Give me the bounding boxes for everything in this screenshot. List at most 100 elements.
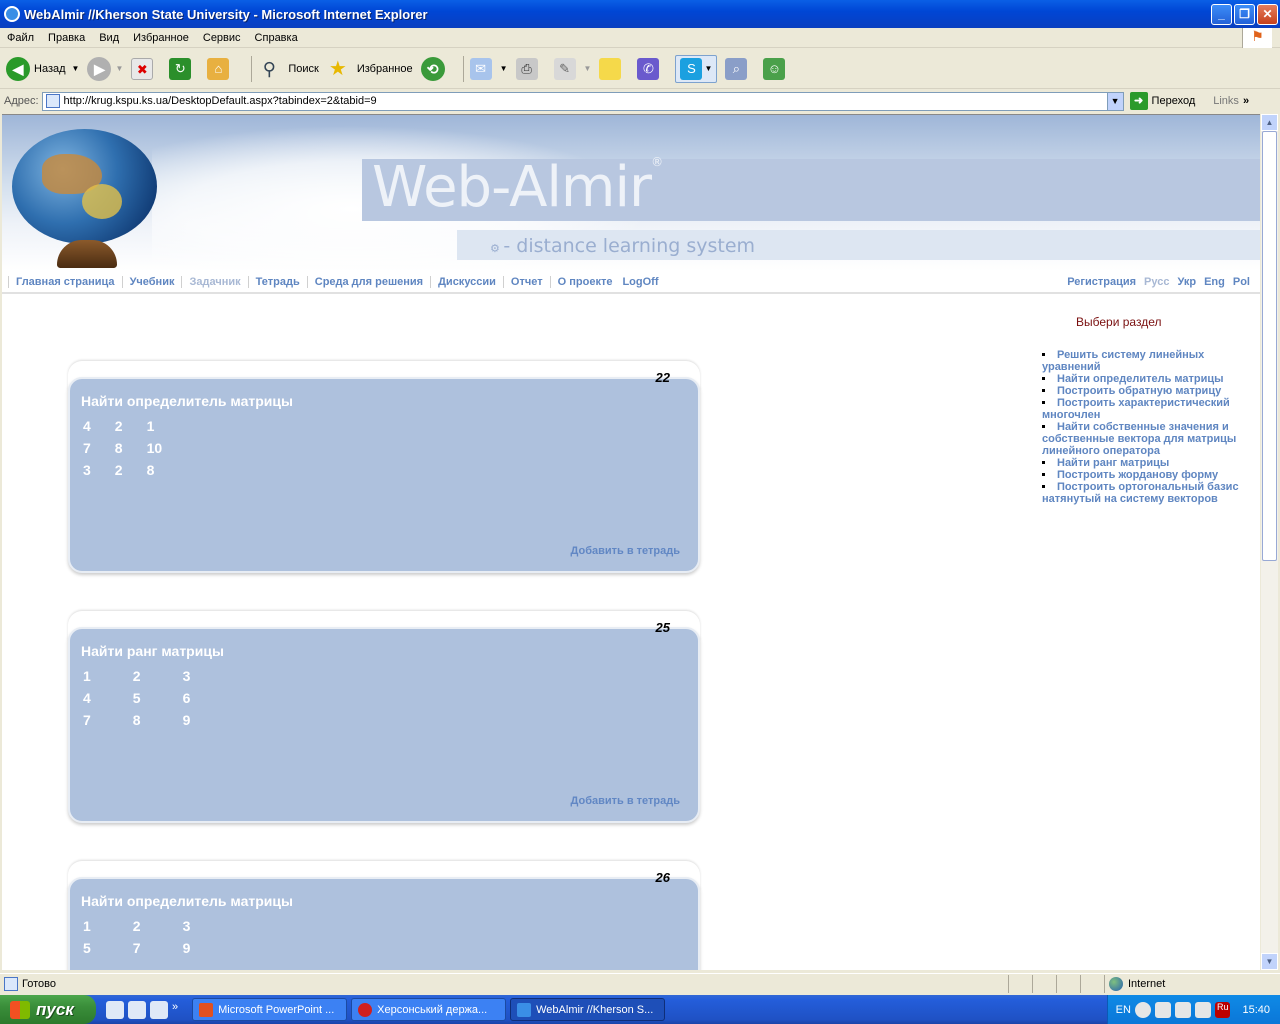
- taskbar-item-powerpoint[interactable]: Microsoft PowerPoint ...: [192, 998, 348, 1021]
- menu-bar: Файл Правка Вид Избранное Сервис Справка…: [0, 28, 1280, 48]
- favorites-button[interactable]: ★ Избранное: [327, 58, 413, 80]
- taskbar: пуск » Microsoft PowerPoint ... Херсонсь…: [0, 995, 1280, 1024]
- taskbar-item-ie[interactable]: WebAlmir //Kherson S...: [510, 998, 666, 1021]
- notes-button[interactable]: [599, 57, 629, 80]
- messenger-button[interactable]: ✆: [637, 57, 667, 80]
- scroll-up-icon[interactable]: ▲: [1261, 114, 1278, 131]
- lang-pol[interactable]: Pol: [1229, 276, 1254, 288]
- list-item[interactable]: Найти определитель матрицы: [1042, 373, 1252, 385]
- links-toolbar[interactable]: Links: [1213, 95, 1239, 107]
- globe-stand-graphic: [57, 240, 117, 268]
- back-arrow-icon: ◀: [6, 56, 30, 81]
- history-button[interactable]: ⟲: [420, 56, 449, 81]
- mail-icon: ✉: [469, 57, 492, 80]
- address-label: Адрес:: [4, 95, 39, 107]
- people-icon: ☺: [763, 57, 786, 80]
- go-button[interactable]: ➜ Переход: [1129, 92, 1195, 110]
- nav-about[interactable]: О проекте: [549, 276, 620, 288]
- start-button[interactable]: пуск: [0, 995, 96, 1024]
- section-list: Решить систему линейных уравнений Найти …: [1042, 349, 1252, 505]
- window-titlebar: WebAlmir //Kherson State University - Mi…: [0, 0, 1280, 28]
- edit-button[interactable]: ✎ ▼: [553, 57, 591, 80]
- list-item[interactable]: Решить систему линейных уравнений: [1042, 349, 1252, 373]
- menu-help[interactable]: Справка: [248, 32, 305, 44]
- nav-report[interactable]: Отчет: [502, 276, 550, 288]
- forward-button[interactable]: ▶ ▼: [87, 56, 123, 81]
- task-number: 22: [655, 370, 670, 385]
- menu-edit[interactable]: Правка: [41, 32, 92, 44]
- minimize-button[interactable]: _: [1211, 3, 1232, 25]
- back-button[interactable]: ◀ Назад ▼: [6, 56, 79, 81]
- tray-icon[interactable]: [1174, 1001, 1191, 1018]
- list-item[interactable]: Найти ранг матрицы: [1042, 457, 1252, 469]
- tray-icon[interactable]: [1154, 1001, 1171, 1018]
- nav-problem-book[interactable]: Задачник: [181, 276, 247, 288]
- list-item[interactable]: Построить жорданову форму: [1042, 469, 1252, 481]
- nav-discussions[interactable]: Дискуссии: [430, 276, 503, 288]
- nav-solver[interactable]: Среда для решения: [306, 276, 430, 288]
- chevron-right-icon[interactable]: »: [172, 1001, 178, 1019]
- go-arrow-icon: ➜: [1129, 92, 1148, 110]
- taskbar-item-opera[interactable]: Херсонський держа...: [351, 998, 507, 1021]
- menu-file[interactable]: Файл: [0, 32, 41, 44]
- tray-expand-icon[interactable]: [1134, 1001, 1151, 1018]
- list-item[interactable]: Найти собственные значения и собственные…: [1042, 421, 1252, 457]
- list-item[interactable]: Построить обратную матрицу: [1042, 385, 1252, 397]
- mail-button[interactable]: ✉ ▼: [469, 57, 508, 80]
- star-icon: ★: [328, 57, 347, 80]
- language-indicator[interactable]: EN: [1116, 1004, 1131, 1016]
- quicklaunch-icon[interactable]: [150, 1000, 168, 1019]
- quicklaunch-icon[interactable]: [128, 1000, 146, 1019]
- nav-home[interactable]: Главная страница: [8, 276, 122, 288]
- ru-keyboard-icon[interactable]: Ru: [1214, 1001, 1231, 1018]
- menu-favorites[interactable]: Избранное: [126, 32, 196, 44]
- chevron-right-icon[interactable]: »: [1243, 95, 1249, 107]
- vertical-scrollbar[interactable]: ▲ ▼: [1261, 114, 1278, 970]
- address-bar: Адрес: http://krug.kspu.ks.ua/DesktopDef…: [0, 90, 1280, 112]
- nav-notebook[interactable]: Тетрадь: [247, 276, 307, 288]
- search-button[interactable]: ⚲ Поиск: [258, 58, 319, 80]
- search-icon: ⚲: [262, 58, 276, 79]
- address-dropdown-icon[interactable]: ▼: [1106, 92, 1123, 110]
- skype-button[interactable]: S ▼: [675, 54, 718, 83]
- nav-logoff[interactable]: LogOff: [619, 276, 665, 288]
- window-title: WebAlmir //Kherson State University - Mi…: [24, 6, 428, 22]
- powerpoint-icon: [199, 1002, 214, 1017]
- nav-register[interactable]: Регистрация: [1063, 276, 1140, 288]
- maximize-button[interactable]: ❐: [1234, 3, 1255, 25]
- lang-eng[interactable]: Eng: [1200, 276, 1229, 288]
- menu-view[interactable]: Вид: [92, 32, 126, 44]
- refresh-button[interactable]: ↻: [169, 57, 199, 80]
- site-banner: Web-Almir® ⚙ - distance learning system: [2, 115, 1260, 271]
- close-button[interactable]: ✕: [1257, 3, 1278, 25]
- site-tagline: ⚙ - distance learning system: [490, 235, 756, 257]
- page-icon: [45, 94, 60, 108]
- lang-ukr[interactable]: Укр: [1173, 276, 1200, 288]
- address-input[interactable]: http://krug.kspu.ks.ua/DesktopDefault.as…: [41, 91, 1124, 111]
- scroll-thumb[interactable]: [1262, 131, 1277, 561]
- security-zone: Internet: [1104, 975, 1280, 993]
- contacts-button[interactable]: ☺: [763, 57, 793, 80]
- lang-rus[interactable]: Русс: [1140, 276, 1173, 288]
- home-button[interactable]: ⌂: [207, 57, 237, 80]
- research-icon: ⌕: [725, 57, 748, 80]
- list-item[interactable]: Построить ортогональный базис натянутый …: [1042, 481, 1252, 505]
- menu-tools[interactable]: Сервис: [196, 32, 248, 44]
- windows-logo-icon: ⚑: [1242, 28, 1272, 48]
- add-to-notebook-link[interactable]: Добавить в тетрадь: [571, 545, 680, 557]
- tray-icon[interactable]: [1194, 1001, 1211, 1018]
- research-button[interactable]: ⌕: [725, 57, 755, 80]
- print-button[interactable]: ⎙: [515, 57, 546, 80]
- list-item[interactable]: Построить характеристический многочлен: [1042, 397, 1252, 421]
- scroll-down-icon[interactable]: ▼: [1261, 953, 1278, 970]
- task-title: Найти определитель матрицы: [81, 393, 293, 409]
- address-url: http://krug.kspu.ks.ua/DesktopDefault.as…: [63, 95, 377, 107]
- task-title: Найти определитель матрицы: [81, 893, 293, 909]
- quicklaunch-icon[interactable]: [106, 1000, 124, 1019]
- forward-arrow-icon: ▶: [87, 56, 112, 81]
- main-nav: Главная страница Учебник Задачник Тетрад…: [2, 272, 1260, 294]
- stop-button[interactable]: ✖: [131, 57, 161, 80]
- add-to-notebook-link[interactable]: Добавить в тетрадь: [571, 795, 680, 807]
- task-number: 25: [655, 620, 670, 635]
- nav-textbook[interactable]: Учебник: [121, 276, 182, 288]
